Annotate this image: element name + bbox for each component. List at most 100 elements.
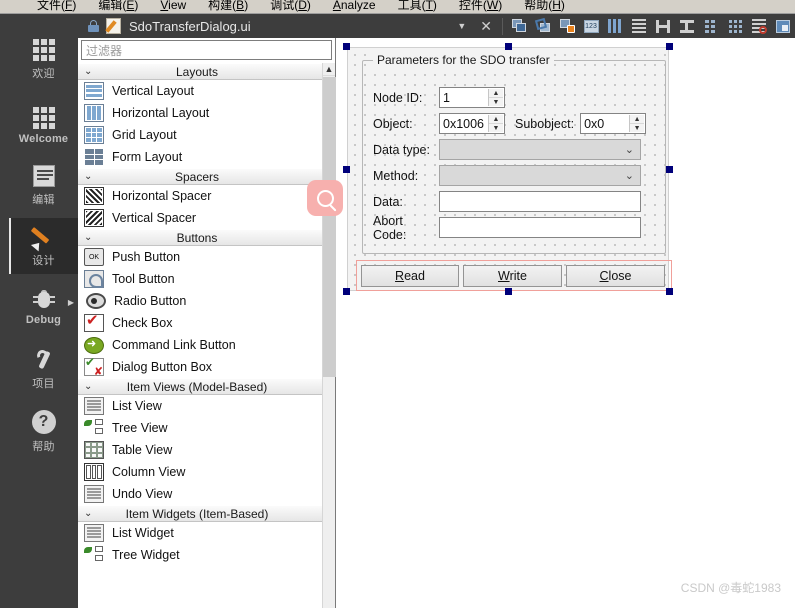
break-layout-2-icon[interactable] <box>748 16 770 36</box>
chevron-down-icon[interactable]: ⌄ <box>84 171 92 182</box>
parameters-group-box[interactable]: Parameters for the SDO transfer Node ID:… <box>362 53 666 254</box>
activity-item-0[interactable]: 欢迎 <box>9 32 78 88</box>
widget-item-buttons-0[interactable]: OK Push Button <box>78 246 322 268</box>
activity-item-5[interactable]: 项目 <box>9 342 78 398</box>
chevron-down-icon[interactable]: ⌄ <box>625 143 634 156</box>
widget-item-spacers-0[interactable]: Horizontal Spacer <box>78 185 322 207</box>
widget-category-4[interactable]: ⌄ Item Widgets (Item-Based) <box>78 505 322 522</box>
lay-out-vertically-in-splitter-icon[interactable] <box>676 16 698 36</box>
menu-item-0[interactable]: 文件(F) <box>26 0 87 13</box>
search-icon[interactable] <box>307 180 343 216</box>
lay-out-in-grid-icon[interactable] <box>724 16 746 36</box>
chevron-down-icon[interactable]: ⌄ <box>84 508 92 519</box>
activity-item-3[interactable]: 设计 <box>9 218 78 274</box>
resize-handle-ne[interactable] <box>666 43 673 50</box>
widget-item-item-widgets-item-based--1[interactable]: Tree Widget <box>78 544 322 566</box>
resize-handle-w[interactable] <box>343 166 350 173</box>
designer-canvas[interactable]: Parameters for the SDO transfer Node ID:… <box>337 38 795 608</box>
menu-item-6[interactable]: 工具(T) <box>387 0 448 13</box>
step-up-icon[interactable]: ▲ <box>630 115 645 124</box>
widget-item-layouts-1[interactable]: Horizontal Layout <box>78 102 322 124</box>
subobject-spinbox[interactable]: 0x0 ▲ ▼ <box>580 113 647 134</box>
widget-item-item-widgets-item-based--0[interactable]: List Widget <box>78 522 322 544</box>
close-icon[interactable]: ✕ <box>474 18 498 35</box>
scrollbar-thumb[interactable] <box>323 77 336 377</box>
widget-item-item-views-model-based--1[interactable]: Tree View <box>78 417 322 439</box>
close-button[interactable]: Close <box>566 265 665 287</box>
chevron-down-icon[interactable]: ⌄ <box>84 66 92 77</box>
widget-item-item-views-model-based--3[interactable]: Column View <box>78 461 322 483</box>
widget-category-2[interactable]: ⌄ Buttons <box>78 229 322 246</box>
widget-box-scrollbar[interactable]: ▲ <box>322 63 336 608</box>
widget-item-item-views-model-based--0[interactable]: List View <box>78 395 322 417</box>
abort-code-line-edit[interactable] <box>439 217 641 238</box>
step-up-icon[interactable]: ▲ <box>489 89 503 98</box>
menu-item-8[interactable]: 帮助(H) <box>513 0 576 13</box>
menu-item-2[interactable]: View <box>149 0 197 13</box>
resize-handle-n[interactable] <box>505 43 512 50</box>
widget-item-layouts-0[interactable]: Vertical Layout <box>78 80 322 102</box>
chevron-right-icon[interactable]: ▶ <box>68 298 74 307</box>
adjust-size-icon[interactable] <box>508 16 530 36</box>
dialog-form[interactable]: Parameters for the SDO transfer Node ID:… <box>347 47 672 291</box>
step-down-icon[interactable]: ▼ <box>489 98 503 106</box>
method-combobox[interactable]: ⌄ <box>439 165 641 186</box>
resize-handle-sw[interactable] <box>343 288 350 295</box>
activity-item-4[interactable]: Debug ▶ <box>9 280 78 336</box>
step-up-icon[interactable]: ▲ <box>489 115 503 124</box>
lay-out-horizontally-icon[interactable] <box>604 16 626 36</box>
widget-filter-input[interactable]: 过滤器 <box>81 40 332 60</box>
activity-item-1[interactable]: Welcome <box>9 98 78 154</box>
widget-category-1[interactable]: ⌄ Spacers <box>78 168 322 185</box>
widget-item-item-views-model-based--4[interactable]: Undo View <box>78 483 322 505</box>
subobject-spinbox-stepper[interactable]: ▲ ▼ <box>629 115 645 132</box>
object-spinbox[interactable]: 0x1006 ▲ ▼ <box>439 113 505 134</box>
object-spinbox-stepper[interactable]: ▲ ▼ <box>488 115 503 132</box>
data-type-combobox[interactable]: ⌄ <box>439 139 641 160</box>
open-file-name[interactable]: SdoTransferDialog.ui <box>129 19 251 34</box>
widget-item-buttons-1[interactable]: Tool Button <box>78 268 322 290</box>
button-row-selection[interactable]: Read Write Close <box>356 260 672 291</box>
lay-out-horizontally-in-splitter-icon[interactable] <box>652 16 674 36</box>
buddy-edit-icon[interactable]: 123 <box>580 16 602 36</box>
widget-item-buttons-2[interactable]: Radio Button <box>78 290 322 312</box>
menu-item-1[interactable]: 编辑(E) <box>87 0 149 13</box>
menu-item-5[interactable]: Analyze <box>322 0 387 13</box>
chevron-down-icon[interactable]: ⌄ <box>84 232 92 243</box>
image-preview-icon[interactable] <box>772 16 794 36</box>
activity-item-2[interactable]: 编辑 <box>9 158 78 214</box>
data-line-edit[interactable] <box>439 191 641 212</box>
widget-category-0[interactable]: ⌄ Layouts <box>78 63 322 80</box>
menu-item-7[interactable]: 控件(W) <box>448 0 513 13</box>
break-layout-icon[interactable] <box>532 16 554 36</box>
resize-handle-s[interactable] <box>505 288 512 295</box>
step-down-icon[interactable]: ▼ <box>489 124 503 132</box>
widget-category-3[interactable]: ⌄ Item Views (Model-Based) <box>78 378 322 395</box>
widget-item-buttons-3[interactable]: Check Box <box>78 311 322 334</box>
widget-box-list[interactable]: ⌄ Layouts Vertical Layout Horizontal Layout… <box>78 63 322 608</box>
widget-item-spacers-1[interactable]: Vertical Spacer <box>78 207 322 229</box>
form-selection[interactable]: Parameters for the SDO transfer Node ID:… <box>343 43 673 295</box>
activity-item-6[interactable]: ? 帮助 <box>9 404 78 460</box>
resize-handle-e[interactable] <box>666 166 673 173</box>
chevron-down-icon[interactable]: ⌄ <box>625 169 634 182</box>
lock-icon[interactable] <box>88 20 99 32</box>
lay-out-in-form-layout-icon[interactable] <box>700 16 722 36</box>
chevron-down-icon[interactable]: ▼ <box>449 21 474 31</box>
read-button[interactable]: Read <box>361 265 459 287</box>
write-button[interactable]: Write <box>463 265 562 287</box>
chevron-up-icon[interactable]: ▲ <box>323 63 335 76</box>
menu-item-4[interactable]: 调试(D) <box>259 0 322 13</box>
layout-preview-icon[interactable] <box>556 16 578 36</box>
resize-handle-nw[interactable] <box>343 43 350 50</box>
node-id-spinbox[interactable]: 1 ▲ ▼ <box>439 87 505 108</box>
widget-item-buttons-4[interactable]: Command Link Button <box>78 334 322 356</box>
resize-handle-se[interactable] <box>666 288 673 295</box>
lay-out-vertically-icon[interactable] <box>628 16 650 36</box>
menu-item-3[interactable]: 构建(B) <box>197 0 259 13</box>
widget-item-buttons-5[interactable]: Dialog Button Box <box>78 355 322 378</box>
widget-item-layouts-2[interactable]: Grid Layout <box>78 124 322 146</box>
node-id-spinbox-stepper[interactable]: ▲ ▼ <box>488 89 503 106</box>
widget-item-item-views-model-based--2[interactable]: Table View <box>78 439 322 461</box>
widget-item-layouts-3[interactable]: Form Layout <box>78 146 322 168</box>
